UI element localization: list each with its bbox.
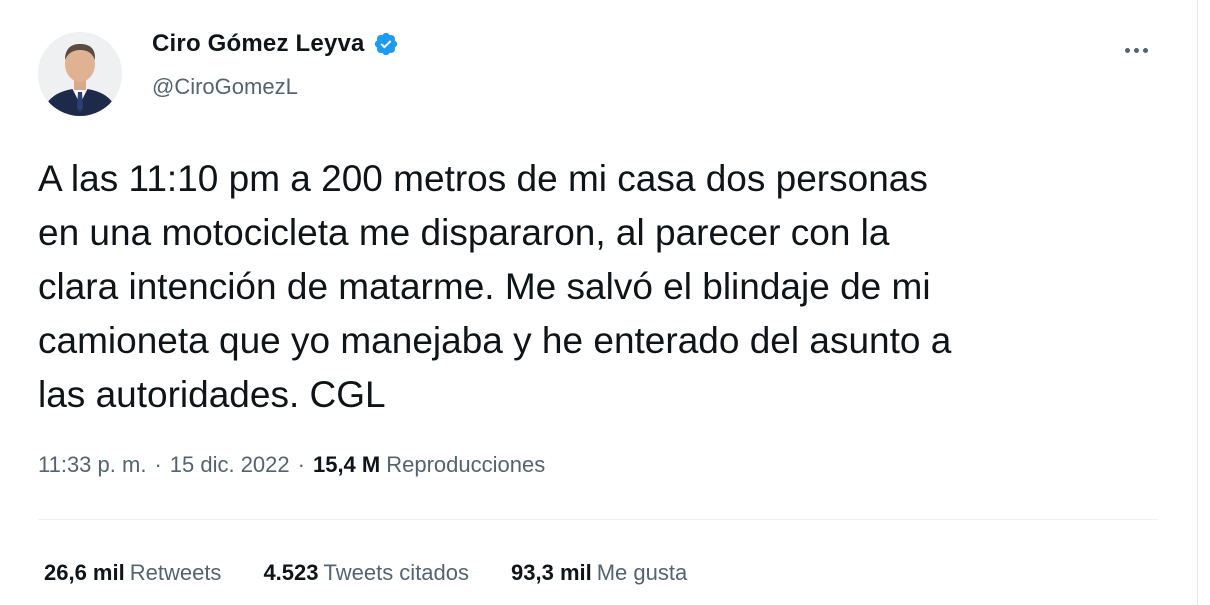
more-options-icon[interactable] <box>1114 38 1158 62</box>
tweet-detail: Ciro Gómez Leyva @CiroGomezL A las 11:10… <box>0 0 1196 605</box>
dot-icon <box>1124 47 1130 53</box>
views-count: 15,4 M <box>312 452 381 477</box>
retweets-stat[interactable]: 26,6 mil Retweets <box>44 560 221 586</box>
avatar-photo-icon <box>38 32 122 116</box>
views-label: Reproducciones <box>386 452 546 477</box>
retweets-count: 26,6 mil <box>44 560 125 585</box>
quote-tweets-stat[interactable]: 4.523 Tweets citados <box>263 560 469 586</box>
divider <box>38 519 1158 520</box>
dot-icon <box>1142 47 1148 53</box>
author-avatar[interactable] <box>38 32 122 116</box>
likes-count: 93,3 mil <box>511 560 592 585</box>
author-display-name[interactable]: Ciro Gómez Leyva <box>152 30 365 58</box>
tweet-time[interactable]: 11:33 p. m. <box>38 452 146 478</box>
tweet-metadata: 11:33 p. m. · 15 dic. 2022 · 15,4 M Repr… <box>38 452 545 478</box>
quote-tweets-label: Tweets citados <box>323 560 470 585</box>
engagement-stats: 26,6 mil Retweets 4.523 Tweets citados 93,… <box>44 560 729 586</box>
quote-tweets-count: 4.523 <box>263 560 319 585</box>
likes-stat[interactable]: 93,3 mil Me gusta <box>511 560 687 586</box>
dot-icon <box>1133 47 1139 53</box>
meta-separator: · <box>297 452 305 477</box>
meta-separator: · <box>154 452 162 477</box>
column-border <box>1197 0 1198 605</box>
author-handle[interactable]: @CiroGomezL <box>152 74 298 100</box>
likes-label: Me gusta <box>596 560 688 585</box>
retweets-label: Retweets <box>129 560 222 585</box>
author-name-row: Ciro Gómez Leyva <box>152 30 399 58</box>
verified-badge-icon <box>374 32 397 56</box>
tweet-date[interactable]: 15 dic. 2022 <box>170 452 290 478</box>
tweet-text: A las 11:10 pm a 200 metros de mi casa d… <box>38 158 952 415</box>
